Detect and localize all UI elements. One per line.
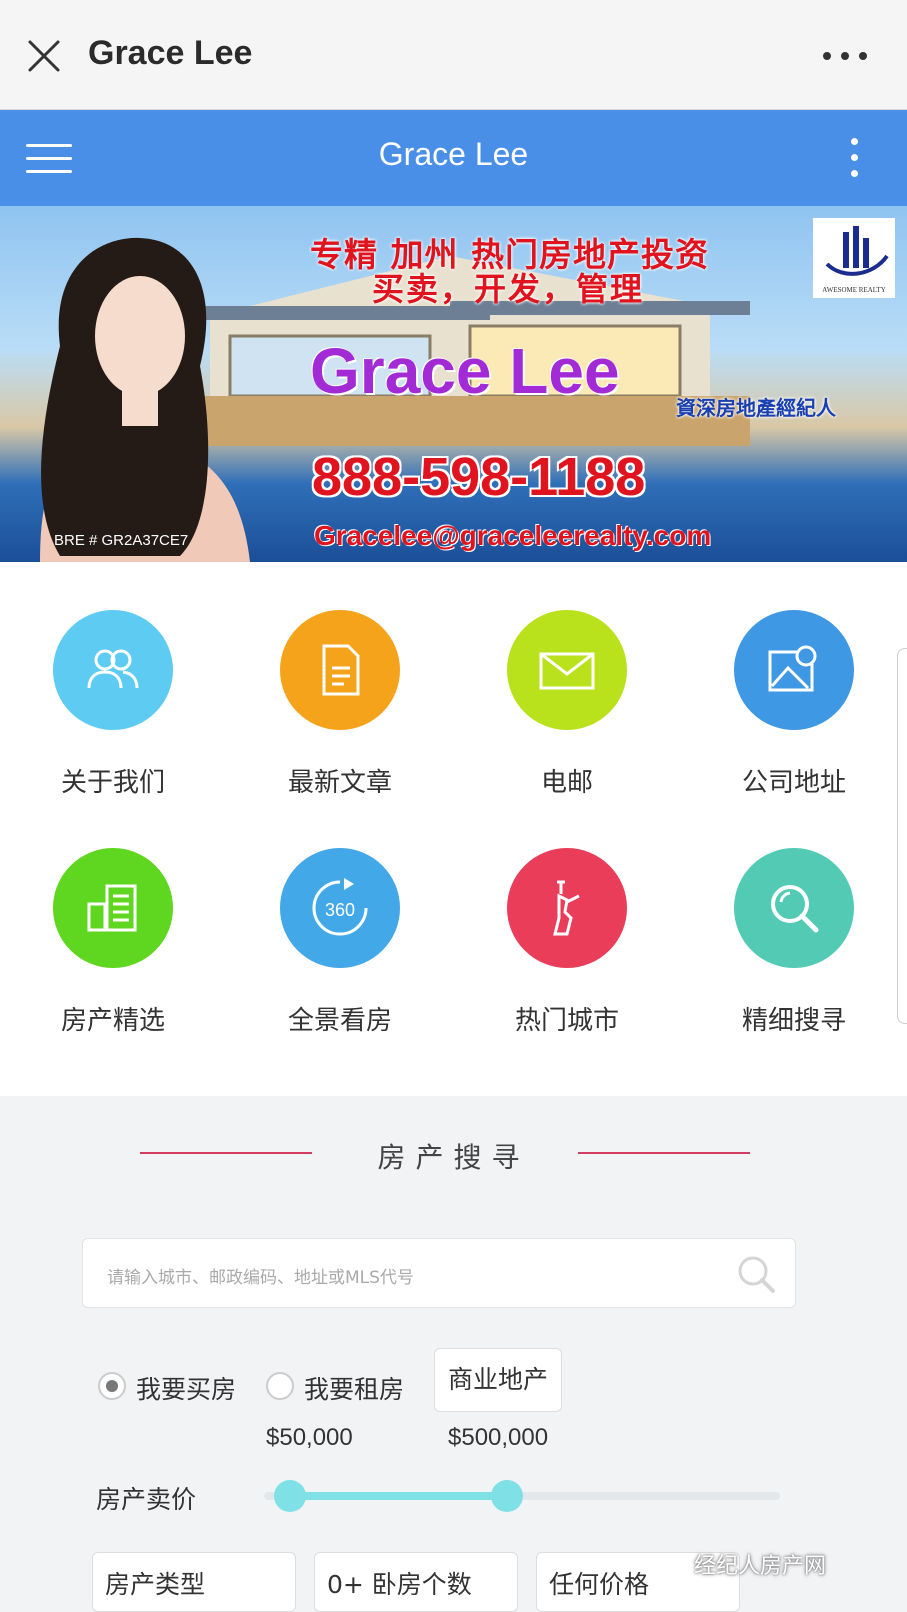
people-icon — [53, 610, 173, 730]
agent-phone: 888-598-1188 — [312, 447, 646, 507]
radio-button[interactable] — [266, 1372, 294, 1400]
document-icon — [280, 610, 400, 730]
price-slider-min-handle[interactable] — [273, 1480, 306, 1512]
grid-item-label: 房产精选 — [60, 1006, 165, 1036]
radio-button-selected[interactable] — [98, 1372, 126, 1400]
section-divider-right — [578, 1152, 750, 1154]
menu-grid: 关于我们 最新文章 电邮 公司地址 房产精选 360 全景看房 热门城市 精细搜… — [0, 562, 907, 1096]
mail-icon — [507, 610, 627, 730]
search-placeholder: 请输入城市、邮政编码、地址或MLS代号 — [107, 1268, 414, 1288]
search-icon — [734, 848, 854, 968]
grid-item-label: 关于我们 — [60, 768, 165, 798]
grid-item-featured[interactable]: 房产精选 — [13, 800, 213, 1036]
app-title: Grace Lee — [378, 136, 529, 172]
search-icon[interactable] — [735, 1253, 777, 1295]
watermark: 经纪人房产网 — [694, 1554, 827, 1579]
agent-title: 資深房地產經紀人 — [676, 396, 836, 420]
statue-of-liberty-icon — [507, 848, 627, 968]
price-slider-fill — [289, 1492, 507, 1500]
agent-name: Grace Lee — [310, 335, 620, 407]
property-type-select[interactable]: 房产类型 — [92, 1552, 296, 1612]
section-title: 房产搜寻 — [377, 1141, 530, 1174]
commercial-button[interactable]: 商业地产 — [434, 1348, 562, 1412]
grid-item-label: 热门城市 — [514, 1006, 619, 1036]
bedrooms-select[interactable]: 0+ 卧房个数 — [314, 1552, 518, 1612]
kebab-menu-icon[interactable] — [851, 138, 859, 178]
grid-item-articles[interactable]: 最新文章 — [240, 562, 440, 798]
price-slider-max-handle[interactable] — [490, 1480, 523, 1512]
grid-item-address[interactable]: 公司地址 — [694, 562, 894, 798]
grid-item-email[interactable]: 电邮 — [467, 562, 667, 798]
wechat-top-bar: Grace Lee — [0, 0, 907, 110]
grid-item-label: 最新文章 — [287, 768, 392, 798]
grid-item-advanced-search[interactable]: 精细搜寻 — [694, 800, 894, 1036]
grid-item-label: 全景看房 — [287, 1006, 392, 1036]
agent-email: Gracelee@graceleerealty.com — [314, 520, 712, 551]
price-max-value: $500,000 — [448, 1424, 549, 1451]
company-logo: AWESOME REALTY — [813, 218, 895, 298]
svg-text:360: 360 — [325, 900, 355, 920]
property-search-input[interactable]: 请输入城市、邮政编码、地址或MLS代号 — [82, 1238, 796, 1308]
radio-rent-label: 我要租房 — [304, 1375, 405, 1404]
license-number: BRE # GR2A37CE7 — [54, 532, 189, 549]
agent-banner[interactable]: 专精 加州 热门房地产投资 买卖，开发，管理 Grace Lee 資深房地產經紀… — [0, 206, 907, 562]
grid-item-panorama[interactable]: 360 全景看房 — [240, 800, 440, 1036]
agent-portrait — [40, 237, 250, 562]
buildings-icon — [53, 848, 173, 968]
grid-item-label: 电邮 — [540, 768, 593, 798]
grid-item-hot-cities[interactable]: 热门城市 — [467, 800, 667, 1036]
grid-item-label: 精细搜寻 — [741, 1006, 846, 1036]
close-icon[interactable] — [24, 36, 64, 76]
price-range-label: 房产卖价 — [96, 1485, 197, 1514]
grid-item-about[interactable]: 关于我们 — [13, 562, 213, 798]
price-min-value: $50,000 — [266, 1424, 353, 1451]
radio-buy-label: 我要买房 — [136, 1375, 237, 1404]
logo-text: AWESOME REALTY — [822, 286, 886, 294]
app-header: Grace Lee — [0, 110, 907, 206]
panorama-360-icon: 360 — [280, 848, 400, 968]
side-drawer-handle[interactable] — [897, 648, 907, 1024]
map-pin-icon — [734, 610, 854, 730]
more-options-icon[interactable] — [823, 50, 867, 62]
grid-item-label: 公司地址 — [741, 768, 846, 798]
banner-headline-2: 买卖，开发，管理 — [372, 270, 645, 308]
window-title: Grace Lee — [88, 34, 253, 72]
